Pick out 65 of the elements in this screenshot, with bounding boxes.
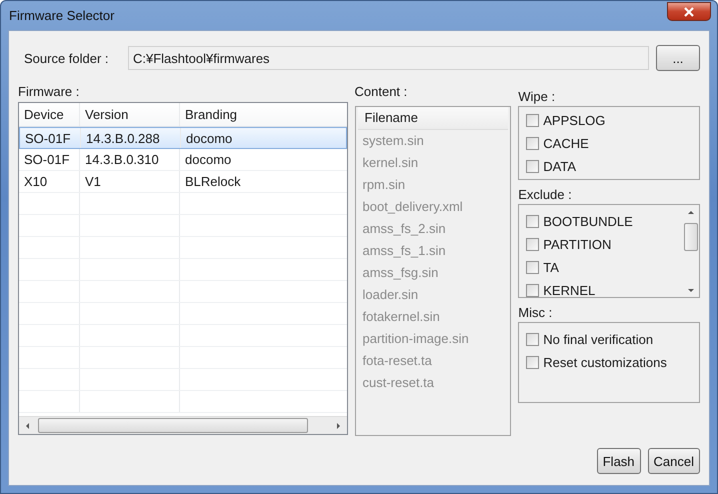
- close-icon: [683, 6, 695, 16]
- checkbox[interactable]: [526, 215, 540, 228]
- down-arrow-icon: [686, 286, 694, 294]
- exclude-label: Exclude :: [518, 186, 573, 204]
- option-label: No final verification: [543, 332, 654, 347]
- source-folder-field[interactable]: C:¥Flashtool¥firmwares: [128, 46, 649, 70]
- scrollbar-thumb[interactable]: [38, 418, 308, 433]
- checkbox[interactable]: [526, 356, 540, 369]
- file-name: boot_delivery.xml: [362, 198, 464, 216]
- option-label: TA: [543, 260, 559, 275]
- table-cell: X10: [19, 171, 80, 192]
- left-arrow-icon: [24, 422, 32, 430]
- horizontal-scrollbar[interactable]: [19, 416, 346, 434]
- checkbox[interactable]: [526, 114, 540, 127]
- table-row[interactable]: SO-01F 14.3.B.0.288 docomo: [19, 127, 346, 149]
- option-label: DATA: [543, 159, 576, 174]
- column-header[interactable]: Filename: [358, 107, 508, 130]
- table-cell: 14.3.B.0.288: [81, 128, 181, 148]
- option-label: Reset customizations: [543, 355, 667, 370]
- file-name: amss_fs_2.sin: [362, 220, 447, 238]
- checkbox[interactable]: [526, 284, 540, 297]
- option-label: APPSLOG: [543, 113, 606, 128]
- source-folder-label: Source folder :: [23, 50, 110, 66]
- checkbox[interactable]: [526, 261, 540, 274]
- table-cell: SO-01F: [20, 128, 81, 148]
- file-name: amss_fsg.sin: [362, 264, 440, 282]
- file-name: partition-image.sin: [362, 330, 470, 348]
- cancel-button[interactable]: Cancel: [648, 448, 700, 474]
- option-label: BOOTBUNDLE: [543, 214, 633, 229]
- table-cell: V1: [80, 171, 180, 192]
- file-name: system.sin: [362, 132, 425, 150]
- column-header[interactable]: Version: [80, 103, 180, 126]
- checkbox[interactable]: [526, 160, 540, 173]
- file-name: amss_fs_1.sin: [362, 242, 447, 260]
- option-label: CACHE: [543, 136, 589, 151]
- table-row[interactable]: X10 V1 BLRelock: [19, 171, 346, 193]
- content-label: Content :: [354, 83, 408, 101]
- file-name: kernel.sin: [362, 154, 420, 172]
- firmware-label: Firmware :: [18, 83, 80, 101]
- option-label: PARTITION: [543, 237, 612, 252]
- window-title: Firmware Selector: [9, 8, 114, 23]
- table-row[interactable]: SO-01F 14.3.B.0.310 docomo: [19, 149, 346, 171]
- checkbox[interactable]: [526, 333, 540, 346]
- scrollbar-thumb[interactable]: [684, 223, 698, 251]
- checkbox[interactable]: [526, 137, 540, 150]
- table-cell: SO-01F: [19, 149, 80, 170]
- file-name: loader.sin: [362, 286, 420, 304]
- wipe-label: Wipe :: [518, 88, 556, 106]
- table-cell-text: BLRelock: [184, 173, 242, 191]
- browse-button[interactable]: ...: [656, 45, 700, 71]
- table-cell: 14.3.B.0.310: [80, 149, 180, 170]
- table-cell-text: docomo: [185, 130, 234, 148]
- misc-label: Misc :: [518, 304, 554, 322]
- file-name: fotakernel.sin: [362, 308, 441, 326]
- up-arrow-icon: [686, 209, 694, 217]
- file-name: rpm.sin: [362, 176, 406, 194]
- option-label: KERNEL: [543, 283, 596, 297]
- flash-button[interactable]: Flash: [596, 448, 641, 474]
- close-button[interactable]: [667, 2, 711, 21]
- column-header[interactable]: Branding: [180, 103, 346, 126]
- table-cell-text: docomo: [184, 151, 232, 169]
- file-name: fota-reset.ta: [362, 352, 433, 370]
- file-name: cust-reset.ta: [362, 374, 436, 392]
- checkbox[interactable]: [526, 238, 540, 251]
- column-header[interactable]: Device: [19, 103, 80, 126]
